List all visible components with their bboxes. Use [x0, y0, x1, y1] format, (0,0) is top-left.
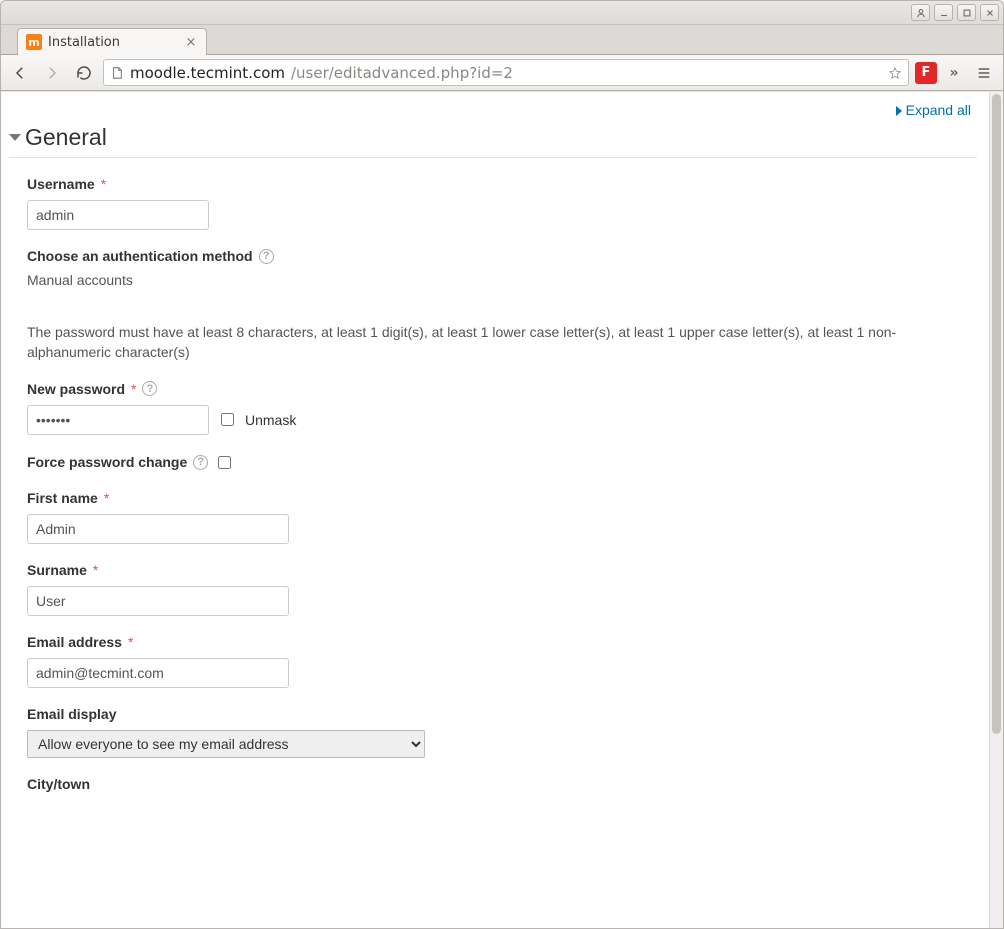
- help-icon[interactable]: ?: [142, 381, 157, 396]
- email-input[interactable]: [27, 658, 289, 688]
- back-button[interactable]: [7, 60, 33, 86]
- required-icon: *: [104, 490, 109, 506]
- username-label: Username*: [27, 176, 977, 192]
- required-icon: *: [93, 562, 98, 578]
- moodle-favicon-icon: m: [26, 34, 42, 50]
- help-icon[interactable]: ?: [193, 455, 208, 470]
- unmask-label: Unmask: [245, 412, 296, 428]
- username-input[interactable]: [27, 200, 209, 230]
- surname-label: Surname*: [27, 562, 977, 578]
- address-bar[interactable]: moodle.tecmint.com/user/editadvanced.php…: [103, 59, 909, 86]
- surname-input[interactable]: [27, 586, 289, 616]
- os-close-button[interactable]: [980, 4, 999, 21]
- os-minimize-button[interactable]: [934, 4, 953, 21]
- tab-title: Installation: [48, 35, 120, 50]
- section-general-header[interactable]: General: [9, 124, 977, 158]
- auth-method-value: Manual accounts: [27, 272, 977, 288]
- os-user-button[interactable]: [911, 4, 930, 21]
- browser-tab[interactable]: m Installation ×: [17, 28, 207, 55]
- expand-all-link[interactable]: Expand all: [896, 102, 971, 118]
- page-icon: [110, 66, 124, 80]
- tab-close-button[interactable]: ×: [184, 35, 198, 49]
- bookmark-star-icon[interactable]: [888, 66, 902, 80]
- help-icon[interactable]: ?: [259, 249, 274, 264]
- new-password-label: New password* ?: [27, 381, 977, 397]
- first-name-label: First name*: [27, 490, 977, 506]
- url-path: /user/editadvanced.php?id=2: [291, 64, 513, 82]
- url-host: moodle.tecmint.com: [130, 64, 285, 82]
- section-title-text: General: [25, 124, 107, 151]
- reload-button[interactable]: [71, 60, 97, 86]
- expand-triangle-icon: [896, 106, 902, 116]
- required-icon: *: [128, 634, 133, 650]
- new-password-input[interactable]: [27, 405, 209, 435]
- os-titlebar: [1, 1, 1003, 25]
- browser-toolbar: moodle.tecmint.com/user/editadvanced.php…: [1, 55, 1003, 91]
- email-display-label: Email display: [27, 706, 977, 722]
- browser-menu-button[interactable]: [971, 60, 997, 86]
- auth-method-label: Choose an authentication method ?: [27, 248, 977, 264]
- page-viewport: Expand all General Username* Choose an a…: [1, 92, 989, 928]
- email-display-select[interactable]: Allow everyone to see my email address: [27, 730, 425, 758]
- force-password-change-checkbox[interactable]: [218, 456, 231, 469]
- scrollbar-thumb[interactable]: [992, 94, 1001, 734]
- os-maximize-button[interactable]: [957, 4, 976, 21]
- expand-all-label: Expand all: [906, 102, 971, 118]
- vertical-scrollbar[interactable]: [989, 92, 1003, 928]
- collapse-triangle-icon: [9, 134, 21, 141]
- email-label: Email address*: [27, 634, 977, 650]
- extensions-overflow-button[interactable]: »: [943, 62, 965, 84]
- first-name-input[interactable]: [27, 514, 289, 544]
- city-label: City/town: [27, 776, 977, 792]
- flipboard-extension-icon[interactable]: F: [915, 62, 937, 84]
- forward-button[interactable]: [39, 60, 65, 86]
- browser-tabstrip: m Installation ×: [1, 25, 1003, 55]
- unmask-checkbox[interactable]: [221, 413, 234, 426]
- force-password-change-label: Force password change ?: [27, 453, 977, 472]
- required-icon: *: [131, 381, 136, 397]
- password-policy-hint: The password must have at least 8 charac…: [27, 322, 959, 363]
- required-icon: *: [101, 176, 106, 192]
